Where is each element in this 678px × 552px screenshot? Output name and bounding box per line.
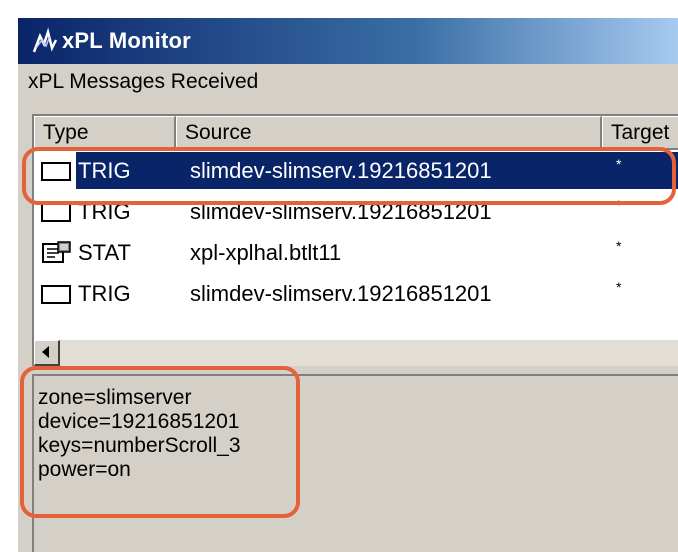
- detail-annotation: [20, 366, 300, 518]
- type-cell: TRIG: [34, 281, 176, 307]
- message-source: slimdev-slimserv.19216851201: [190, 280, 492, 306]
- message-type: TRIG: [78, 280, 131, 306]
- column-header-target[interactable]: Target: [602, 116, 678, 150]
- horizontal-scrollbar[interactable]: [34, 339, 678, 366]
- type-cell: STAT: [34, 240, 176, 266]
- column-header-source[interactable]: Source: [176, 116, 602, 150]
- message-target: *: [616, 279, 622, 295]
- message-row[interactable]: TRIG slimdev-slimserv.19216851201 *: [34, 273, 678, 314]
- messages-received-label: xPL Messages Received: [28, 70, 259, 93]
- message-icon: [41, 284, 71, 304]
- xpl-app-icon: [32, 27, 58, 53]
- column-header-type[interactable]: Type: [34, 116, 176, 150]
- message-row[interactable]: STAT xpl-xplhal.btlt11 *: [34, 232, 678, 273]
- message-source: xpl-xplhal.btlt11: [190, 239, 342, 265]
- window-title: xPL Monitor: [62, 28, 191, 53]
- arrow-left-icon: [42, 346, 49, 358]
- title-bar[interactable]: xPL Monitor: [18, 18, 678, 64]
- message-type: STAT: [78, 239, 131, 265]
- status-icon: [42, 240, 71, 263]
- selected-row-annotation: [22, 147, 676, 205]
- list-header: Type Source Target: [34, 116, 678, 150]
- scroll-left-button[interactable]: [34, 340, 60, 366]
- message-target: *: [616, 238, 622, 254]
